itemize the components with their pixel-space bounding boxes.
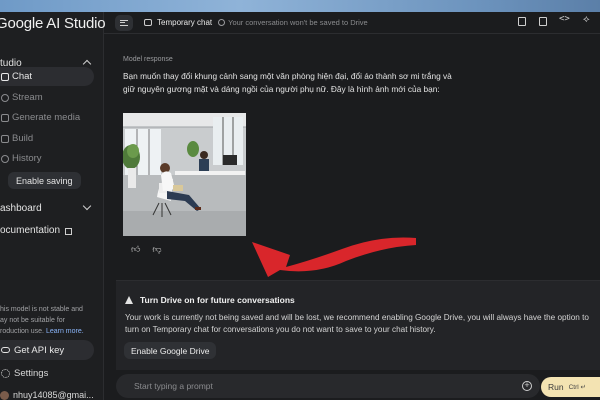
compare-icon[interactable] [539, 17, 547, 26]
model-response-label: Model response [123, 56, 173, 63]
avatar [0, 390, 9, 400]
sidebar-item-chat[interactable]: Chat [0, 67, 94, 86]
document-icon[interactable] [518, 17, 526, 26]
prompt-input[interactable] [116, 374, 540, 398]
dashboard-label: ashboard [0, 202, 42, 214]
sidebar-item-label: Build [12, 133, 34, 144]
office-photo [123, 113, 246, 236]
run-button[interactable]: Run Ctrl ↵ [541, 377, 600, 397]
red-arrow-annotation [252, 237, 416, 277]
get-api-key-button[interactable]: Get API key [0, 340, 94, 360]
enable-google-drive-button[interactable]: Enable Google Drive [124, 342, 217, 359]
code-icon[interactable] [559, 14, 570, 26]
warning-line: his model is not stable and [0, 306, 83, 313]
user-email: nhuy14085@gmai... [13, 390, 94, 400]
learn-more-link[interactable]: Learn more. [46, 328, 84, 335]
settings-button[interactable]: Settings [0, 364, 48, 382]
spark-icon[interactable] [583, 14, 592, 26]
add-icon[interactable]: + [522, 381, 532, 391]
feedback-buttons: 👍︎ 👎︎ [131, 244, 162, 255]
documentation-link[interactable]: ocumentation [0, 221, 100, 239]
header-tools [518, 14, 592, 26]
drive-notice-card: Turn Drive on for future conversations Y… [116, 280, 600, 370]
toggle-panel-button[interactable] [115, 14, 133, 31]
chat-title: Temporary chat [157, 18, 213, 27]
chat-bubble-icon [144, 19, 152, 26]
chat-icon [1, 72, 9, 81]
browser-top-strip [0, 0, 600, 12]
sidebar-item-stream[interactable]: Stream [0, 88, 94, 107]
generated-image[interactable] [123, 113, 246, 236]
drive-notice-body: Your work is currently not being saved a… [125, 313, 589, 334]
sidebar-item-generate-media[interactable]: Generate media [0, 108, 94, 127]
drive-notice-title: Turn Drive on for future conversations [125, 295, 295, 305]
get-api-key-label: Get API key [14, 344, 65, 356]
dashboard-section-toggle[interactable]: ashboard [0, 199, 100, 217]
sidebar-item-build[interactable]: Build [0, 129, 94, 148]
run-label: Run [548, 382, 564, 392]
sidebar-item-label: Chat [12, 71, 33, 82]
settings-label: Settings [14, 367, 49, 379]
sidebar-item-label: Generate media [12, 112, 81, 123]
chat-subtitle: Your conversation won't be saved to Driv… [228, 18, 368, 27]
run-shortcut: Ctrl ↵ [568, 384, 586, 391]
key-icon [1, 347, 10, 353]
build-icon [1, 134, 9, 143]
thumb-up-icon[interactable]: 👍︎ [131, 244, 140, 255]
drive-title-text: Turn Drive on for future conversations [140, 295, 295, 305]
info-icon [218, 19, 226, 26]
prompt-bar: + Run Ctrl ↵ [116, 372, 600, 400]
external-link-icon [65, 227, 73, 235]
app-brand: Google AI Studio [0, 15, 106, 32]
chat-header: Temporary chat Your conversation won't b… [104, 12, 600, 34]
warning-line: ay not be suitable for [0, 317, 65, 324]
model-warning-text: his model is not stable and ay not be su… [0, 304, 100, 337]
warning-icon [125, 296, 133, 304]
thumb-down-icon[interactable]: 👎︎ [152, 244, 161, 255]
menu-icon [120, 19, 128, 26]
enable-saving-button[interactable]: Enable saving [8, 172, 81, 189]
documentation-label: ocumentation [0, 224, 61, 236]
sidebar-item-label: Stream [12, 92, 43, 103]
user-account[interactable]: nhuy14085@gmai... [0, 387, 94, 400]
chevron-down-icon [82, 201, 92, 211]
sidebar-item-history[interactable]: History [0, 149, 94, 168]
model-response-text: Bạn muốn thay đổi khung cảnh sang một vă… [123, 71, 452, 94]
media-icon [1, 113, 9, 122]
stream-icon [1, 93, 9, 102]
sidebar-item-label: History [12, 153, 42, 164]
sidebar: Google AI Studio tudio Chat Stream Gener… [0, 12, 106, 400]
warning-line: roduction use. [0, 328, 44, 335]
gear-icon [1, 368, 10, 378]
history-icon [1, 154, 9, 163]
